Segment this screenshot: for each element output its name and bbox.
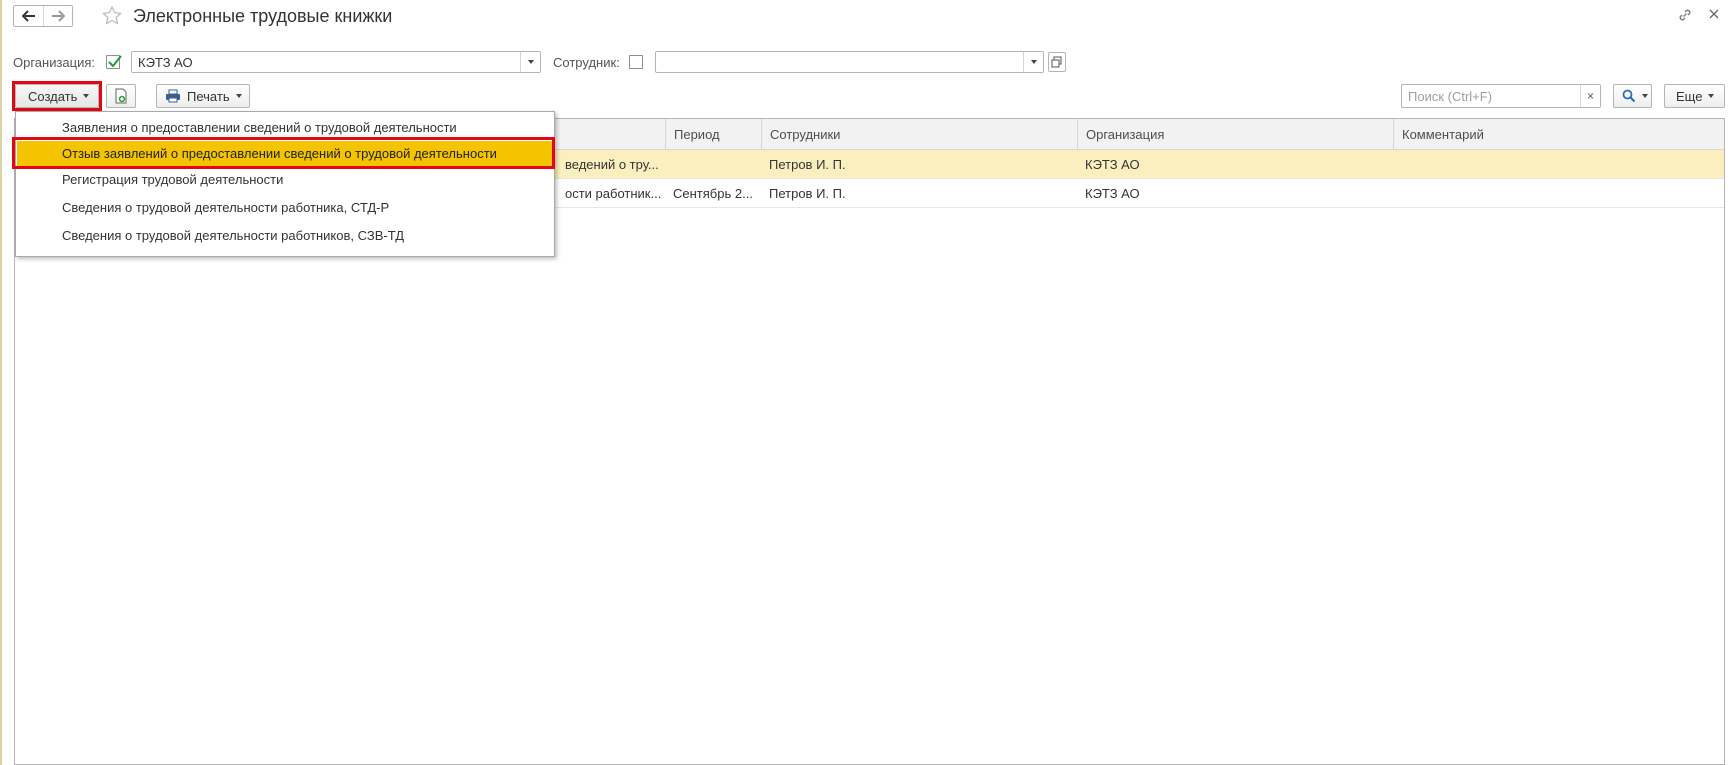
cell-comment <box>1393 150 1726 179</box>
navigation-buttons <box>13 5 73 27</box>
chevron-down-icon <box>1030 60 1037 64</box>
search-input[interactable]: Поиск (Ctrl+F) × <box>1401 84 1601 108</box>
more-button-label: Еще <box>1676 88 1703 104</box>
chevron-down-icon <box>527 60 534 64</box>
cell-comment <box>1393 179 1726 208</box>
search-placeholder: Поиск (Ctrl+F) <box>1408 89 1493 104</box>
organization-field[interactable]: КЭТЗ АО <box>131 51 541 73</box>
window-edge <box>0 0 2 765</box>
employee-open-button[interactable] <box>1048 52 1066 72</box>
close-icon[interactable] <box>1707 7 1721 21</box>
chevron-down-icon <box>83 94 90 98</box>
menu-item-std-r[interactable]: Сведения о трудовой деятельности работни… <box>17 195 553 221</box>
menu-item-szv-td[interactable]: Сведения о трудовой деятельности работни… <box>17 223 553 249</box>
employee-label: Сотрудник: <box>553 55 620 70</box>
cell-employees: Петров И. П. <box>769 186 846 201</box>
cell-period <box>665 150 761 179</box>
cell-organization: КЭТЗ АО <box>1085 157 1140 172</box>
clear-search-button[interactable]: × <box>1580 85 1600 107</box>
employee-dropdown-button[interactable] <box>1023 52 1043 72</box>
print-button[interactable]: Печать <box>156 84 250 108</box>
arrow-right-icon <box>52 10 65 22</box>
more-button[interactable]: Еще <box>1664 84 1725 108</box>
arrow-left-icon <box>21 10 35 22</box>
organization-dropdown-button[interactable] <box>520 52 540 72</box>
copy-button[interactable] <box>106 84 136 108</box>
organization-label: Организация: <box>13 55 96 70</box>
print-button-label: Печать <box>187 88 230 104</box>
search-icon <box>1622 89 1636 103</box>
organization-value: КЭТЗ АО <box>138 55 193 70</box>
cell-organization: КЭТЗ АО <box>1085 186 1140 201</box>
column-header-employees[interactable]: Сотрудники <box>761 119 1077 150</box>
employee-field[interactable] <box>655 51 1044 73</box>
page-title: Электронные трудовые книжки <box>133 6 393 26</box>
column-header-period[interactable]: Период <box>665 119 761 150</box>
chevron-down-icon <box>1708 94 1715 98</box>
find-button[interactable] <box>1613 84 1652 108</box>
chevron-down-icon <box>235 94 242 98</box>
create-button[interactable]: Создать <box>15 84 99 108</box>
employee-checkbox[interactable] <box>629 55 643 69</box>
star-icon[interactable] <box>101 5 123 27</box>
column-header-comment[interactable]: Комментарий <box>1393 119 1726 150</box>
cell-period: Сентябрь 2... <box>673 186 753 201</box>
checkmark-icon <box>108 55 122 68</box>
link-icon[interactable] <box>1677 7 1693 23</box>
menu-item-registration[interactable]: Регистрация трудовой деятельности <box>17 167 553 193</box>
forward-button[interactable] <box>43 6 72 26</box>
create-menu: Заявления о предоставлении сведений о тр… <box>15 111 555 257</box>
menu-item-statements[interactable]: Заявления о предоставлении сведений о тр… <box>17 115 553 141</box>
chevron-down-icon <box>1642 94 1648 98</box>
menu-item-revoke-statements[interactable]: Отзыв заявлений о предоставлении сведени… <box>17 141 553 167</box>
organization-checkbox[interactable] <box>106 55 122 69</box>
printer-icon <box>166 89 180 103</box>
open-window-icon <box>1051 56 1062 68</box>
back-button[interactable] <box>14 6 43 26</box>
create-button-label: Создать <box>28 88 78 104</box>
copy-document-icon <box>115 88 127 104</box>
cell-employees: Петров И. П. <box>769 157 846 172</box>
column-header-organization[interactable]: Организация <box>1077 119 1393 150</box>
